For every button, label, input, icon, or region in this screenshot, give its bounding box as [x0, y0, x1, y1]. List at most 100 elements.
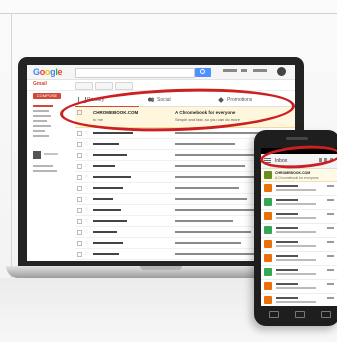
sender-avatar	[264, 212, 272, 220]
phone-promo-subject: A Chromebook for everyone	[275, 176, 319, 180]
email-date	[327, 199, 334, 201]
phone-email-row[interactable]	[261, 224, 337, 238]
email-sender	[276, 185, 298, 187]
email-subject	[175, 242, 241, 244]
sidebar-item[interactable]	[33, 110, 49, 112]
email-snippet	[276, 287, 316, 289]
email-sender	[93, 209, 121, 211]
email-snippet	[276, 273, 316, 275]
phone-promo-row[interactable]: CHROMEBOOK.COM A Chromebook for everyone	[261, 169, 337, 182]
refresh-button[interactable]	[95, 82, 113, 90]
sidebar-item[interactable]	[33, 130, 45, 132]
sidebar-item[interactable]	[33, 120, 47, 122]
star-icon[interactable]: ☆	[84, 152, 88, 158]
sidebar-item[interactable]	[33, 125, 51, 127]
product-photo: Google Gmail COMPOSE Primary Social Prom…	[0, 0, 337, 342]
sender-avatar	[264, 282, 272, 290]
phone-email-row[interactable]	[261, 294, 337, 306]
sidebar-item[interactable]	[33, 170, 57, 172]
row-checkbox[interactable]	[77, 197, 82, 202]
phone-screen: Inbox CHROMEBOOK.COM A Chromebook for ev…	[261, 148, 337, 306]
sidebar-item[interactable]	[33, 165, 53, 167]
row-checkbox[interactable]	[77, 208, 82, 213]
star-icon[interactable]: ☆	[84, 163, 88, 169]
phone-email-row[interactable]	[261, 280, 337, 294]
row-checkbox[interactable]	[77, 153, 82, 158]
email-subject	[175, 231, 251, 233]
home-icon[interactable]	[295, 311, 305, 318]
email-sender	[93, 198, 113, 200]
email-sender	[93, 154, 127, 156]
phone-email-row[interactable]	[261, 196, 337, 210]
row-checkbox[interactable]	[77, 175, 82, 180]
star-icon[interactable]: ☆	[84, 185, 88, 191]
phone-email-row[interactable]	[261, 210, 337, 224]
sidebar-item[interactable]	[33, 135, 49, 137]
email-sender	[276, 283, 298, 285]
search-input[interactable]	[75, 68, 195, 78]
star-icon[interactable]: ☆	[84, 141, 88, 147]
search-button[interactable]	[195, 68, 211, 77]
star-icon[interactable]: ☆	[84, 251, 88, 257]
star-icon[interactable]: ☆	[84, 196, 88, 202]
compose-button[interactable]: COMPOSE	[33, 93, 61, 99]
star-icon[interactable]: ☆	[84, 240, 88, 246]
star-icon[interactable]: ☆	[84, 174, 88, 180]
chat-avatar[interactable]	[33, 151, 41, 159]
email-sender	[93, 187, 123, 189]
email-subject	[175, 198, 247, 200]
email-snippet	[276, 245, 316, 247]
row-checkbox[interactable]	[77, 142, 82, 147]
email-date	[327, 185, 334, 187]
phone-email-row[interactable]	[261, 182, 337, 196]
phone-email-row[interactable]	[261, 252, 337, 266]
email-sender	[93, 231, 117, 233]
email-snippet	[276, 231, 316, 233]
email-subject	[175, 187, 239, 189]
sidebar-item[interactable]	[33, 115, 51, 117]
phone-email-row[interactable]	[261, 266, 337, 280]
gmail-header: Google	[27, 65, 295, 80]
more-button[interactable]	[115, 82, 133, 90]
email-sender	[93, 220, 127, 222]
email-subject	[175, 154, 255, 156]
phone-nav-bar	[261, 308, 337, 320]
star-icon[interactable]: ☆	[84, 207, 88, 213]
header-link[interactable]	[253, 69, 267, 72]
email-snippet	[276, 259, 316, 261]
email-sender	[276, 241, 298, 243]
email-snippet	[276, 189, 316, 191]
row-checkbox[interactable]	[77, 252, 82, 257]
row-checkbox[interactable]	[77, 219, 82, 224]
row-checkbox[interactable]	[77, 164, 82, 169]
email-subject	[175, 165, 245, 167]
star-icon[interactable]: ☆	[84, 229, 88, 235]
email-snippet	[276, 217, 316, 219]
phone-email-row[interactable]	[261, 238, 337, 252]
email-sender	[276, 227, 298, 229]
header-link[interactable]	[223, 69, 237, 72]
sender-avatar	[264, 254, 272, 262]
gmail-label[interactable]: Gmail	[33, 81, 47, 87]
phone-promo-sender: CHROMEBOOK.COM	[275, 171, 311, 175]
row-checkbox[interactable]	[77, 241, 82, 246]
star-icon[interactable]: ☆	[84, 130, 88, 136]
star-icon[interactable]: ☆	[84, 218, 88, 224]
chat-status	[44, 153, 58, 155]
sender-avatar	[264, 296, 272, 304]
row-checkbox[interactable]	[77, 230, 82, 235]
back-icon[interactable]	[269, 311, 279, 318]
google-logo[interactable]: Google	[33, 67, 63, 77]
email-subject	[175, 253, 259, 255]
select-button[interactable]	[75, 82, 93, 90]
avatar[interactable]	[277, 67, 286, 76]
apps-icon[interactable]	[241, 69, 247, 72]
email-subject	[175, 143, 235, 145]
sender-avatar	[264, 268, 272, 276]
recents-icon[interactable]	[321, 311, 331, 318]
sidebar-item-inbox[interactable]	[33, 105, 53, 107]
row-checkbox[interactable]	[77, 131, 82, 136]
email-date	[327, 255, 334, 257]
row-checkbox[interactable]	[77, 186, 82, 191]
email-sender	[93, 242, 123, 244]
